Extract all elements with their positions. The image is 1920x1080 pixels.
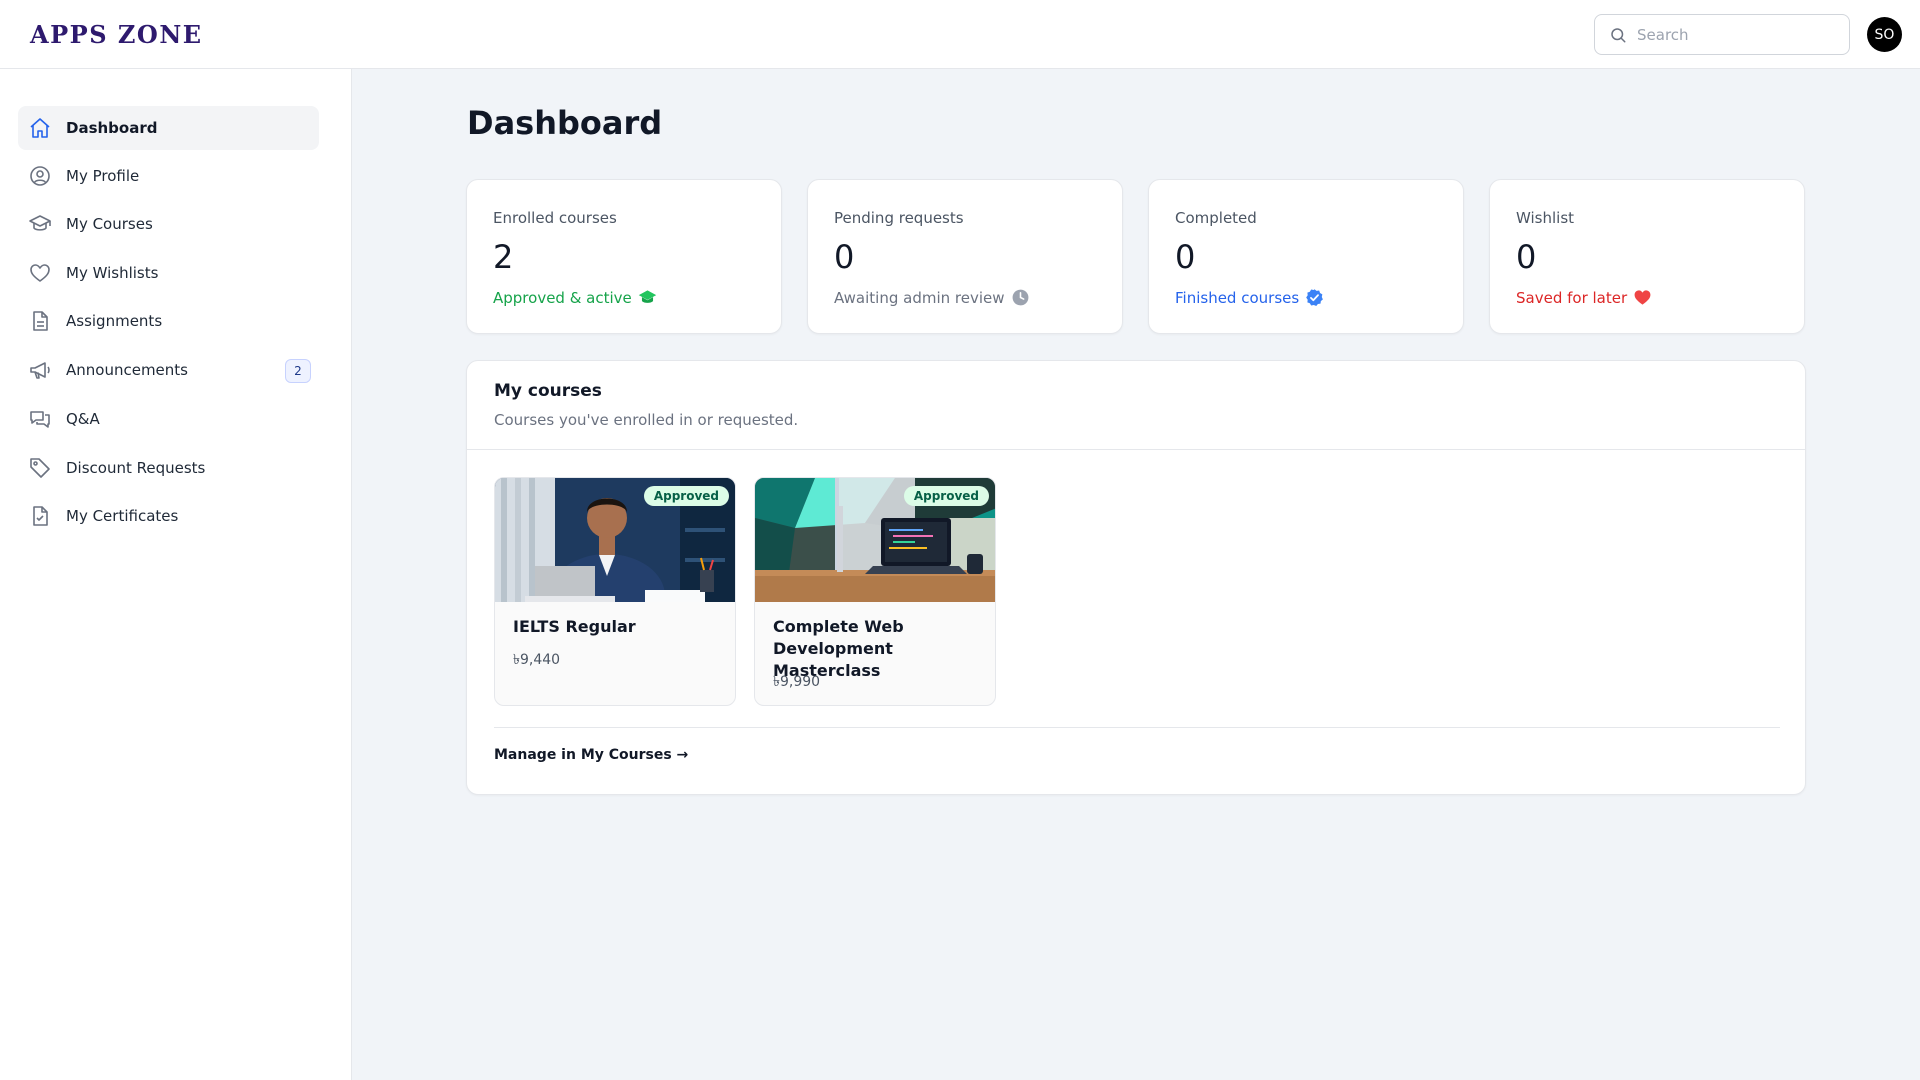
sidebar-item-my-certificates[interactable]: My Certificates bbox=[18, 494, 319, 538]
course-card-web-development[interactable]: Approved Complete Web Development Master… bbox=[754, 477, 996, 706]
sidebar-item-discount-requests[interactable]: Discount Requests bbox=[18, 446, 319, 490]
sidebar-item-label: My Profile bbox=[66, 167, 140, 185]
sidebar-item-announcements[interactable]: Announcements 2 bbox=[18, 348, 319, 392]
sidebar-item-dashboard[interactable]: Dashboard bbox=[18, 106, 319, 150]
approved-badge: Approved bbox=[903, 486, 989, 506]
certificate-icon bbox=[33, 506, 48, 526]
divider bbox=[494, 727, 1780, 728]
check-badge-icon bbox=[1306, 289, 1324, 307]
course-thumbnail: Approved bbox=[755, 478, 995, 602]
stat-value: 2 bbox=[493, 238, 514, 276]
stat-label: Wishlist bbox=[1516, 209, 1575, 227]
stat-card-completed: Completed 0 Finished courses bbox=[1148, 179, 1464, 334]
stat-label: Enrolled courses bbox=[493, 209, 617, 227]
clock-icon bbox=[1012, 289, 1028, 306]
course-price: ৳9,440 bbox=[513, 652, 561, 668]
divider bbox=[467, 449, 1805, 450]
home-icon bbox=[30, 118, 50, 138]
search-icon bbox=[1611, 27, 1626, 42]
search-input[interactable] bbox=[1637, 25, 1827, 44]
stat-subtext-label: Awaiting admin review bbox=[834, 288, 1005, 307]
stat-value: 0 bbox=[834, 238, 855, 276]
announcements-count-badge: 2 bbox=[285, 359, 311, 383]
stat-card-wishlist: Wishlist 0 Saved for later bbox=[1489, 179, 1805, 334]
stat-card-pending: Pending requests 0 Awaiting admin review bbox=[807, 179, 1123, 334]
sidebar-item-assignments[interactable]: Assignments bbox=[18, 299, 319, 343]
stat-value: 0 bbox=[1175, 238, 1196, 276]
sidebar-item-my-courses[interactable]: My Courses bbox=[18, 202, 319, 246]
sidebar-item-label: Assignments bbox=[66, 312, 163, 330]
heart-icon bbox=[1634, 290, 1651, 305]
stat-subtext-label: Finished courses bbox=[1175, 288, 1300, 307]
sidebar-item-label: My Certificates bbox=[66, 507, 179, 525]
manage-courses-link[interactable]: Manage in My Courses → bbox=[494, 747, 688, 763]
stat-subtext-label: Saved for later bbox=[1516, 288, 1628, 307]
tag-icon bbox=[30, 458, 50, 478]
panel-title: My courses bbox=[494, 381, 602, 401]
panel-subtitle: Courses you've enrolled in or requested. bbox=[494, 411, 799, 429]
app-logo[interactable]: APPS ZONE bbox=[30, 20, 203, 49]
top-header: APPS ZONE SO bbox=[0, 0, 1920, 69]
sidebar-item-label: Announcements bbox=[66, 361, 188, 379]
course-thumbnail: Approved bbox=[495, 478, 735, 602]
sidebar: Dashboard My Profile My Courses My Wishl… bbox=[0, 69, 352, 1080]
sidebar-item-label: Q&A bbox=[66, 410, 100, 428]
document-icon bbox=[33, 311, 48, 331]
graduation-cap-icon bbox=[29, 215, 51, 231]
stat-label: Pending requests bbox=[834, 209, 964, 227]
heart-icon bbox=[30, 264, 50, 282]
stat-subtext: Approved & active bbox=[493, 288, 657, 307]
stat-subtext-label: Approved & active bbox=[493, 288, 632, 307]
stat-card-enrolled: Enrolled courses 2 Approved & active bbox=[466, 179, 782, 334]
stat-subtext: Finished courses bbox=[1175, 288, 1324, 307]
sidebar-item-label: My Courses bbox=[66, 215, 153, 233]
sidebar-item-label: Discount Requests bbox=[66, 459, 206, 477]
user-circle-icon bbox=[30, 166, 50, 186]
stat-label: Completed bbox=[1175, 209, 1257, 227]
chat-bubbles-icon bbox=[30, 411, 50, 428]
my-courses-panel: My courses Courses you've enrolled in or… bbox=[466, 360, 1806, 795]
page-title: Dashboard bbox=[467, 104, 663, 142]
course-title: IELTS Regular bbox=[513, 617, 636, 636]
sidebar-item-label: Dashboard bbox=[66, 119, 158, 137]
stat-value: 0 bbox=[1516, 238, 1537, 276]
sidebar-item-my-profile[interactable]: My Profile bbox=[18, 154, 319, 198]
stat-subtext: Awaiting admin review bbox=[834, 288, 1030, 307]
user-avatar[interactable]: SO bbox=[1867, 17, 1902, 52]
course-price: ৳9,990 bbox=[773, 674, 821, 690]
search-box[interactable] bbox=[1594, 14, 1850, 55]
sidebar-item-label: My Wishlists bbox=[66, 264, 159, 282]
graduation-cap-icon bbox=[638, 290, 656, 303]
approved-badge: Approved bbox=[643, 486, 729, 506]
stat-subtext: Saved for later bbox=[1516, 288, 1652, 307]
sidebar-item-my-wishlists[interactable]: My Wishlists bbox=[18, 251, 319, 295]
sidebar-item-qa[interactable]: Q&A bbox=[18, 397, 319, 441]
course-card-ielts[interactable]: Approved IELTS Regular ৳9,440 bbox=[494, 477, 736, 706]
megaphone-icon bbox=[30, 362, 50, 379]
